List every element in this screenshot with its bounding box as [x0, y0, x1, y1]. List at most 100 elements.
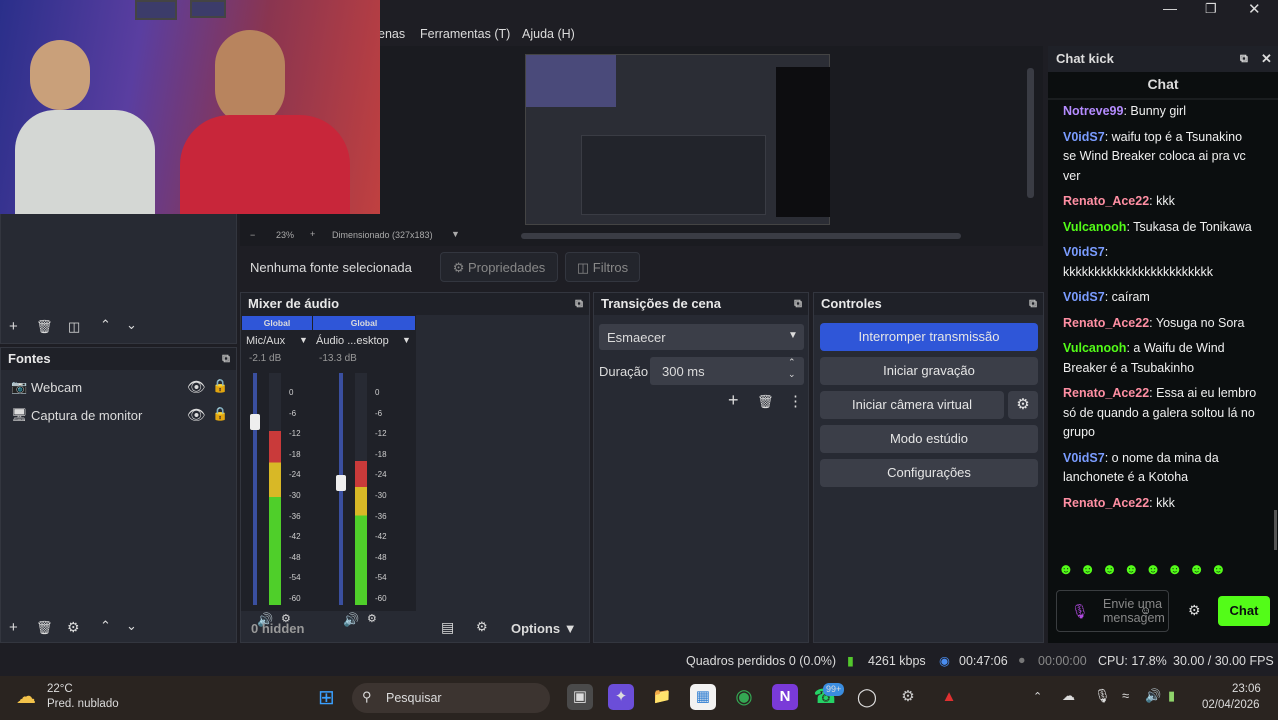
menu-item-help[interactable]: Ajuda (H) — [522, 27, 575, 41]
source-item-webcam[interactable]: 📷 Webcam 👁 🔒 — [1, 375, 236, 401]
chevron-up-icon[interactable]: ⌃ — [1033, 690, 1042, 703]
channel-name: Áudio ...esktop — [316, 335, 389, 347]
mixer-title-label: Mixer de áudio — [248, 296, 340, 311]
popout-icon[interactable]: ⧉ — [1240, 46, 1248, 72]
settings-button[interactable]: Configurações — [820, 459, 1038, 487]
chat-username[interactable]: Renato_Ace22 — [1063, 316, 1149, 330]
emoji-icon[interactable]: ☺ — [1140, 605, 1151, 617]
chat-username[interactable]: V0idS7 — [1063, 245, 1105, 259]
studio-mode-button[interactable]: Modo estúdio — [820, 425, 1038, 453]
wifi-icon[interactable]: ≈ — [1122, 688, 1129, 703]
audio-settings-icon[interactable]: ⚙ — [367, 612, 377, 625]
properties-button[interactable]: ⚙ Propriedades — [440, 252, 558, 282]
start-recording-button[interactable]: Iniciar gravação — [820, 357, 1038, 385]
filter-icon: ◫ — [576, 260, 590, 275]
advanced-audio-icon[interactable]: ⚙ — [476, 619, 488, 635]
chat-username[interactable]: Renato_Ace22 — [1063, 194, 1149, 208]
chat-scrollbar[interactable] — [1274, 510, 1277, 550]
chat-username[interactable]: V0idS7 — [1063, 130, 1105, 144]
folder-icon[interactable]: 📁 — [649, 684, 675, 710]
speaker-icon[interactable]: 🔊 — [343, 612, 359, 628]
filters-button[interactable]: ◫ Filtros — [565, 252, 640, 282]
spin-up-icon[interactable]: ⌃ — [788, 357, 796, 368]
chat-username[interactable]: V0idS7 — [1063, 290, 1105, 304]
volume-icon[interactable]: 🔊 — [1145, 688, 1161, 704]
zoom-in-icon[interactable]: + — [310, 229, 315, 239]
resolution-dropdown-icon[interactable]: ▼ — [451, 229, 460, 239]
more-icon[interactable]: ⋮ — [788, 392, 803, 410]
settings-icon[interactable]: ⚙ — [895, 684, 921, 710]
trash-icon[interactable]: 🗑 — [757, 394, 774, 410]
volume-slider[interactable] — [336, 475, 346, 491]
maximize-icon[interactable]: ❐ — [1205, 1, 1217, 17]
close-icon[interactable]: ✕ — [1248, 0, 1261, 18]
app-icon[interactable]: ▲ — [936, 684, 962, 710]
resolution-label: Dimensionado (327x183) — [332, 230, 433, 240]
lock-icon[interactable]: 🔒 — [212, 406, 228, 422]
popout-icon[interactable]: ⧉ — [794, 293, 802, 315]
chevron-down-icon[interactable]: ▼ — [299, 335, 308, 345]
duration-input[interactable]: 300 ms ⌃ ⌄ — [650, 357, 804, 385]
move-up-icon[interactable]: ⌃ — [100, 317, 111, 333]
chat-username[interactable]: Vulcanooh — [1063, 341, 1126, 355]
move-down-icon[interactable]: ⌄ — [126, 618, 137, 634]
move-down-icon[interactable]: ⌄ — [126, 317, 137, 333]
gear-icon[interactable]: ⚙ — [67, 619, 80, 636]
spin-down-icon[interactable]: ⌄ — [788, 369, 796, 380]
task-view-icon[interactable]: ▣ — [567, 684, 593, 710]
volume-slider[interactable] — [250, 414, 260, 430]
add-icon[interactable]: + — [9, 318, 18, 335]
chat-dock: Chat kick ⧉ ✕ Chat Notreve99: Bunny girl… — [1048, 46, 1278, 643]
hidden-count[interactable]: 0 hidden — [251, 621, 304, 636]
lock-icon[interactable]: 🔒 — [212, 378, 228, 394]
options-button[interactable]: Options ▼ — [511, 621, 577, 636]
eye-icon[interactable]: 👁 — [187, 378, 206, 396]
emote-bar[interactable]: ☻☻☻☻☻☻☻☻ — [1058, 561, 1270, 583]
gear-icon[interactable]: ⚙ — [1188, 602, 1201, 619]
eye-icon[interactable]: 👁 — [187, 406, 206, 424]
chevron-down-icon[interactable]: ▼ — [402, 335, 411, 345]
close-icon[interactable]: ✕ — [1261, 46, 1272, 72]
menu-item-tools[interactable]: Ferramentas (T) — [420, 27, 510, 41]
battery-icon[interactable]: ▮ — [1168, 688, 1175, 704]
add-icon[interactable]: + — [9, 619, 18, 636]
chat-username[interactable]: Notreve99 — [1063, 104, 1123, 118]
popout-icon[interactable]: ⧉ — [222, 348, 230, 370]
minimize-icon[interactable]: — — [1163, 0, 1177, 16]
chat-username[interactable]: Renato_Ace22 — [1063, 496, 1149, 510]
add-icon[interactable]: + — [728, 390, 739, 411]
weather-icon[interactable]: ☁ — [16, 684, 36, 709]
microphone-icon[interactable]: 🎙 — [1071, 603, 1089, 620]
trash-icon[interactable]: 🗑 — [36, 620, 53, 636]
stop-stream-button[interactable]: Interromper transmissão — [820, 323, 1038, 351]
chat-username[interactable]: Renato_Ace22 — [1063, 386, 1149, 400]
chat-username[interactable]: Vulcanooh — [1063, 220, 1126, 234]
volume-track[interactable] — [253, 373, 257, 605]
preview-h-scrollbar[interactable] — [521, 233, 961, 239]
cloud-icon[interactable]: ☁ — [1062, 688, 1075, 704]
copilot-icon[interactable]: ✦ — [608, 684, 634, 710]
chat-input[interactable]: 🎙 Envie uma mensagem ☺ — [1056, 590, 1169, 632]
windows-start-icon[interactable]: ⊞ — [318, 685, 335, 710]
store-icon[interactable]: ▦ — [690, 684, 716, 710]
popout-icon[interactable]: ⧉ — [1029, 293, 1037, 315]
send-chat-button[interactable]: Chat — [1218, 596, 1270, 626]
layout-icon[interactable]: ▤ — [441, 619, 454, 636]
virtual-cam-button[interactable]: Iniciar câmera virtual — [820, 391, 1004, 419]
move-up-icon[interactable]: ⌃ — [100, 618, 111, 634]
chrome-icon[interactable]: ◉ — [731, 684, 757, 710]
chat-username[interactable]: V0idS7 — [1063, 451, 1105, 465]
microphone-icon[interactable]: 🎙 — [1094, 688, 1111, 704]
popout-icon[interactable]: ⧉ — [575, 293, 583, 315]
preview-scrollbar[interactable] — [1027, 68, 1034, 198]
obs-icon[interactable]: ◯ — [854, 684, 880, 710]
trash-icon[interactable]: 🗑 — [36, 319, 53, 335]
zoom-out-icon[interactable]: − — [250, 230, 255, 240]
source-item-monitor[interactable]: 🖥 Captura de monitor 👁 🔒 — [1, 403, 236, 429]
gear-icon[interactable]: ⚙ — [1008, 391, 1038, 419]
transition-select[interactable]: Esmaecer ▼ — [599, 324, 804, 350]
onenote-icon[interactable]: N — [772, 684, 798, 710]
search-box[interactable]: ⚲ Pesquisar — [352, 683, 550, 713]
filter-icon[interactable]: ◫ — [68, 319, 80, 335]
menu-item-scenes[interactable]: enas — [378, 27, 405, 41]
